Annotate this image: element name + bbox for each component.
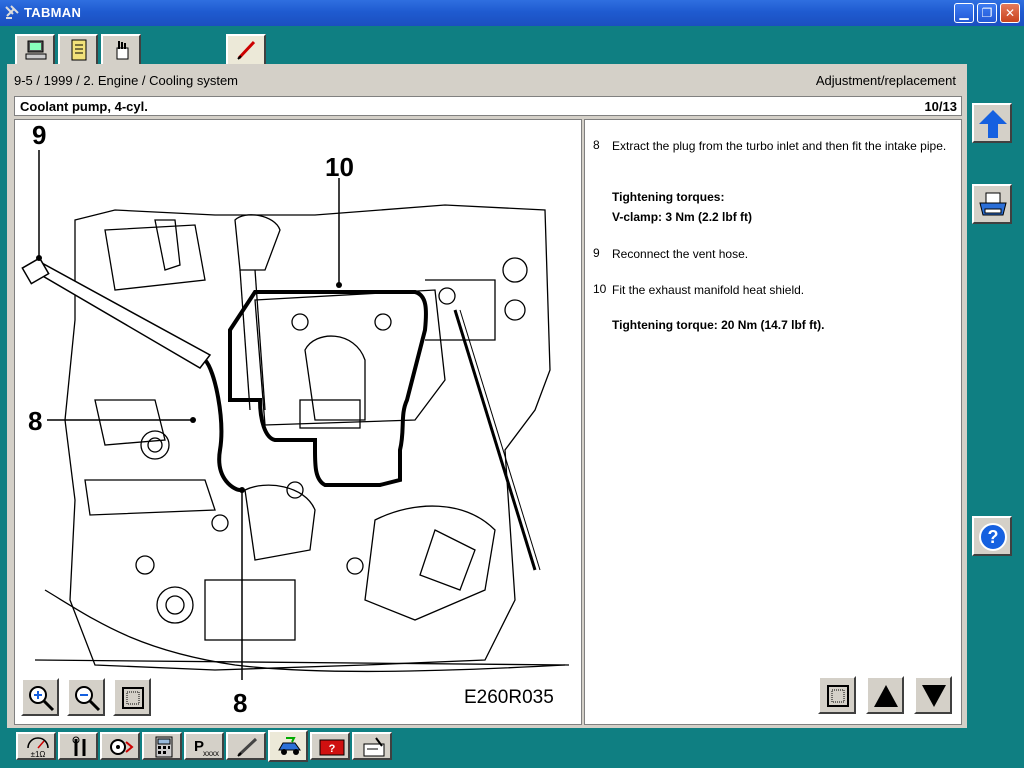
close-button[interactable]: ✕	[1000, 3, 1020, 23]
torque-heading: Tightening torques:	[612, 190, 725, 204]
help-button[interactable]: ?	[972, 516, 1012, 556]
tool-part-number[interactable]: P xxxx	[184, 732, 224, 760]
tab-document[interactable]	[58, 34, 98, 64]
torque-vclamp: V-clamp: 3 Nm (2.2 lbf ft)	[612, 210, 753, 224]
pen-icon	[237, 737, 258, 757]
document-header: Coolant pump, 4-cyl. 10/13	[14, 96, 962, 116]
computer-icon	[25, 40, 47, 60]
title-bar: TABMAN ▁ ❐ ✕	[0, 0, 1024, 26]
torque-heat-shield: Tightening torque: 20 Nm (14.7 lbf ft).	[612, 318, 825, 332]
svg-text:?: ?	[329, 743, 336, 755]
minimize-button[interactable]: ▁	[954, 3, 974, 23]
engine-diagram	[21, 150, 570, 680]
app-icon	[5, 5, 19, 19]
maximize-button[interactable]: ❐	[977, 3, 997, 23]
warning-card-icon: ?	[319, 739, 345, 756]
tab-computer[interactable]	[15, 34, 55, 64]
tool-gauge[interactable]	[100, 732, 140, 760]
print-button[interactable]	[972, 184, 1012, 224]
part-number-icon: P xxxx	[194, 738, 219, 758]
up-level-button[interactable]	[972, 103, 1012, 143]
step-number: 8	[593, 138, 600, 152]
frame-icon	[122, 687, 144, 709]
zoom-out-icon	[75, 686, 101, 712]
pen-icon	[237, 40, 256, 60]
tool-pen[interactable]	[226, 732, 266, 760]
tool-car-service[interactable]	[268, 730, 308, 762]
tab-pen[interactable]	[226, 34, 266, 64]
help-icon: ?	[979, 523, 1007, 551]
step-text: Reconnect the vent hose.	[612, 247, 749, 261]
step-text: Fit the exhaust manifold heat shield.	[612, 283, 805, 297]
instructions-panel: 8 Extract the plug from the turbo inlet …	[584, 119, 962, 725]
prev-page-button[interactable]	[866, 676, 904, 714]
frame-icon	[827, 685, 849, 707]
next-page-button[interactable]	[914, 676, 952, 714]
fit-view-button[interactable]	[113, 678, 151, 716]
ohm-label: ±1Ω	[31, 750, 46, 758]
frame-button[interactable]	[818, 676, 856, 714]
step-number: 9	[593, 246, 600, 260]
svg-text:?: ?	[988, 527, 999, 547]
page-counter: 10/13	[924, 99, 957, 114]
tool-calculator[interactable]	[142, 732, 182, 760]
triangle-down-icon	[922, 685, 946, 707]
zoom-out-button[interactable]	[67, 678, 105, 716]
zoom-in-icon	[29, 686, 55, 712]
tool-wrench[interactable]	[58, 732, 98, 760]
diagram-code: E260R035	[464, 687, 554, 708]
step-number: 10	[593, 282, 607, 296]
callout-8-bottom: 8	[233, 688, 248, 718]
callout-10: 10	[325, 152, 354, 182]
step-text: Extract the plug from the turbo inlet an…	[612, 139, 947, 153]
zoom-in-button[interactable]	[21, 678, 59, 716]
callout-9: 9	[32, 120, 47, 150]
tool-multimeter[interactable]: ±1Ω	[16, 732, 56, 760]
printer-icon	[979, 192, 1007, 216]
window-title: TABMAN	[24, 5, 82, 20]
document-icon	[71, 39, 87, 61]
parts-label: xxxx	[203, 749, 219, 758]
calculator-icon	[155, 736, 173, 758]
callout-8-left: 8	[28, 406, 43, 436]
diagram-panel: 9 10 8 8 E260R035	[14, 119, 582, 725]
tool-clipboard[interactable]	[352, 732, 392, 760]
breadcrumb: 9-5 / 1999 / 2. Engine / Cooling system	[14, 73, 239, 88]
triangle-up-icon	[874, 685, 898, 707]
hand-icon	[116, 41, 129, 60]
car-service-icon	[278, 737, 301, 755]
tool-warning-card[interactable]: ?	[310, 732, 350, 760]
mode-label: Adjustment/replacement	[815, 73, 956, 88]
gauge-icon	[110, 739, 134, 755]
multimeter-icon: ±1Ω	[27, 737, 49, 758]
clipboard-icon	[363, 737, 385, 757]
wrench-icon	[72, 736, 86, 756]
tab-hand[interactable]	[101, 34, 141, 64]
page-title: Coolant pump, 4-cyl.	[20, 99, 148, 114]
arrow-up-icon	[979, 110, 1007, 138]
